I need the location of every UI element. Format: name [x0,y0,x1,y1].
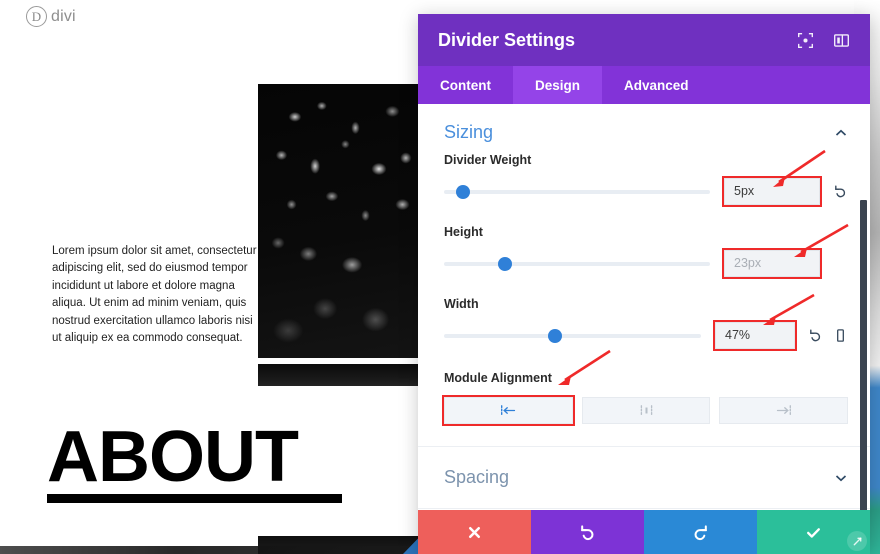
modal-body: Sizing Divider Weight 5px Height 23px Wi… [418,104,870,510]
chevron-down-icon[interactable] [834,471,848,485]
panel-scrollbar[interactable] [860,200,867,510]
slider-height[interactable] [444,256,710,272]
undo-button[interactable] [531,510,644,554]
slider-track [444,189,710,194]
label-divider-weight: Divider Weight [444,153,532,167]
field-divider-weight: Divider Weight 5px [418,147,870,207]
about-section: ABOUT [47,417,342,504]
tab-design[interactable]: Design [513,66,603,104]
reset-icon[interactable] [808,328,823,343]
section-title-sizing: Sizing [444,122,494,142]
divider-settings-modal: Divider Settings Content Design Advanced… [418,14,870,554]
section-header-sizing[interactable]: Sizing [418,104,870,147]
module-alignment-group [418,395,870,426]
width-input[interactable]: 47% [713,320,797,351]
redo-button[interactable] [644,510,757,554]
screenshot-root: D divi Lorem ipsum dolor sit amet, conse… [0,0,880,554]
module-alignment-right-button[interactable] [719,397,849,424]
focus-target-icon[interactable] [797,32,814,49]
slider-divider-weight[interactable] [444,184,710,200]
label-height: Height [444,225,483,239]
tab-advanced[interactable]: Advanced [602,66,711,104]
settings-scroll-area: Sizing Divider Weight 5px Height 23px Wi… [418,104,870,510]
resize-grip-icon[interactable] [847,531,867,551]
section-title-spacing: Spacing [444,467,510,487]
save-button[interactable] [757,510,870,554]
module-alignment-center-button[interactable] [581,397,711,424]
slider-handle[interactable] [498,256,513,271]
panel-layout-icon[interactable] [833,32,850,49]
divi-logo[interactable]: D divi [26,6,76,27]
slider-track [444,261,710,266]
section-header-spacing[interactable]: Spacing [418,447,870,508]
hero-image [258,84,426,358]
hero-image-strip [258,364,426,386]
field-height: Height 23px [418,205,870,279]
bottom-dark-strip [0,546,440,554]
chevron-up-icon[interactable] [834,126,848,140]
divider-weight-input[interactable]: 5px [722,176,822,207]
mobile-device-icon[interactable] [833,328,848,343]
divi-logo-icon: D [26,6,47,27]
modal-footer [418,510,870,554]
slider-handle[interactable] [547,328,562,343]
height-input[interactable]: 23px [722,248,822,279]
modal-header: Divider Settings [418,14,870,66]
body-paragraph: Lorem ipsum dolor sit amet, consectetur … [52,245,257,345]
tab-content[interactable]: Content [418,66,513,104]
module-alignment-left-button[interactable] [442,395,575,426]
reset-icon[interactable] [833,184,848,199]
modal-header-icons [797,32,850,49]
slider-track [444,333,701,338]
field-module-alignment: Module Alignment [418,349,870,385]
slider-handle[interactable] [455,184,470,199]
modal-tabs: Content Design Advanced [418,66,870,104]
cancel-button[interactable] [418,510,531,554]
divi-logo-text: divi [51,7,76,25]
field-width: Width 47% [418,277,870,351]
modal-title: Divider Settings [438,29,576,50]
page-title: ABOUT [47,417,299,497]
label-module-alignment: Module Alignment [444,371,552,385]
label-width: Width [444,297,479,311]
slider-width[interactable] [444,328,701,344]
